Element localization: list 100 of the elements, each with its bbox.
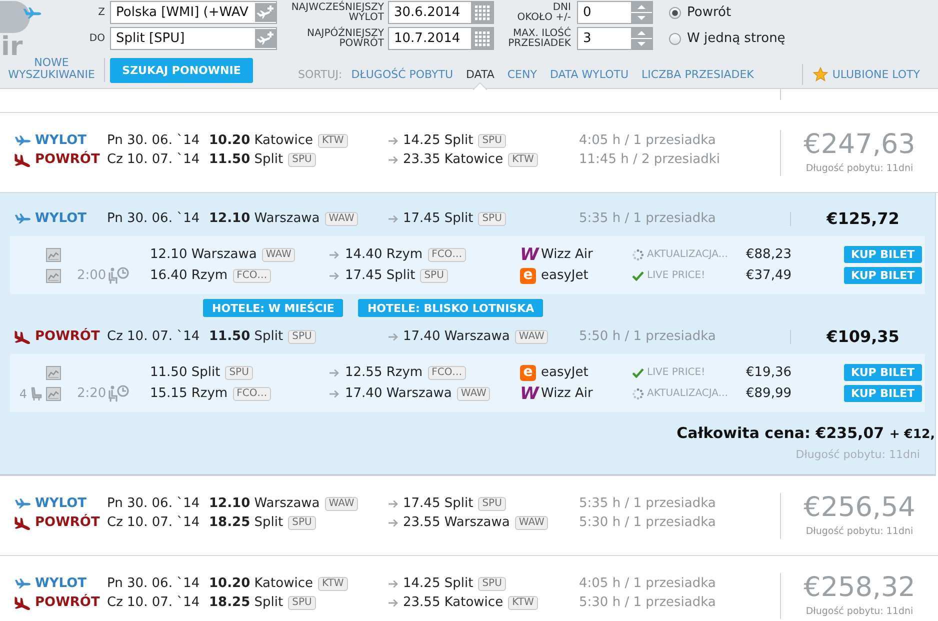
plane-icon [14, 213, 31, 224]
radio-icon[interactable] [669, 6, 681, 18]
date-field[interactable]: 10.7.2014 [388, 27, 494, 50]
plane-plus-icon[interactable] [255, 3, 276, 22]
arrow-icon [388, 580, 398, 588]
airport-code-tag: KTW [508, 596, 538, 610]
duration-text: 5:35 h / 1 przesiadka [579, 211, 716, 226]
from-field[interactable]: Polska [WMI] (+WAV [110, 1, 277, 24]
airport-code-tag: SPU [288, 596, 316, 610]
radio-option[interactable]: W jedną stronę [669, 27, 786, 50]
leg-label: WYLOT [35, 211, 86, 226]
airport-code-tag: SPU [478, 134, 506, 148]
duration-text: 11:45 h / 2 przesiadki [579, 152, 720, 167]
date-text: Cz 10. 07. `14 [107, 515, 200, 530]
date-field[interactable]: 30.6.2014 [388, 1, 494, 24]
price-status-text: AKTUALIZACJA... [647, 249, 728, 260]
to-field[interactable]: Split [SPU] [110, 27, 277, 50]
leg-label: WYLOT [35, 133, 86, 148]
arrow-icon [329, 368, 339, 376]
field-label: DO [89, 33, 105, 44]
segment-price-text: €88,23 [746, 247, 792, 262]
line-chart-icon [46, 386, 61, 400]
radio-option[interactable]: Powrót [669, 1, 732, 24]
field-label: NAJPÓŹNIEJSZY POWRÓT [306, 28, 384, 48]
leg-label: POWRÓT [35, 515, 100, 530]
airport-code-tag: KTW [508, 152, 538, 166]
airport-code-tag: WAW [514, 330, 548, 344]
date-text: Pn 30. 06. `14 [107, 576, 200, 591]
plane-plus-icon[interactable] [255, 29, 276, 48]
buy-ticket-button[interactable]: KUP BILET [844, 267, 922, 284]
airport-code-tag: SPU [420, 268, 448, 282]
airport-code-tag: FCO… [428, 248, 466, 262]
arrival-text: 12.55 Rzym [345, 365, 423, 380]
airport-code-tag: WAW [324, 212, 358, 226]
buy-ticket-button[interactable]: KUP BILET [844, 246, 922, 263]
number-field[interactable]: 0 [577, 1, 653, 24]
line-chart-icon [46, 268, 61, 282]
buy-ticket-button[interactable]: KUP BILET [844, 364, 922, 381]
favorites-link[interactable]: ULUBIONE LOTY [832, 68, 920, 80]
sort-tab[interactable]: DATA [466, 68, 494, 80]
check-icon [632, 368, 644, 378]
field-label: NAJWCZEŚNIEJSZY WYLOT [291, 2, 384, 22]
duration-text: 4:05 h / 1 przesiadka [579, 576, 716, 591]
hotel-button[interactable]: HOTELE: W MIEŚCIE [203, 299, 344, 317]
duration-text: 5:30 h / 1 przesiadka [579, 515, 716, 530]
search-again-button[interactable]: SZUKAJ PONOWNIE [110, 58, 253, 82]
departure-text: 11.50 Split [209, 152, 284, 167]
person-clock-icon [108, 385, 130, 402]
calendar-icon[interactable] [471, 28, 493, 49]
price-status-text: LIVE PRICE! [647, 270, 706, 281]
airport-code-tag: WAW [324, 496, 358, 510]
sort-label: SORTUJ: [298, 68, 342, 80]
sort-tab[interactable]: DATA WYLOTU [550, 68, 629, 80]
departure-text: 18.25 Split [209, 515, 284, 530]
duration-text: 4:05 h / 1 przesiadka [579, 133, 716, 148]
person-clock-icon [108, 267, 130, 284]
arrival-text: 17.45 Split [403, 211, 474, 226]
star-icon [813, 66, 828, 82]
radio-icon[interactable] [669, 32, 681, 44]
loading-spinner-icon [632, 248, 644, 260]
plane-icon [22, 7, 42, 19]
airport-code-tag: SPU [478, 496, 506, 510]
airport-code-tag: WAW [262, 248, 296, 262]
departure-text: 11.50 Split [150, 365, 220, 380]
arrow-icon [388, 156, 398, 164]
airport-code-tag: FCO… [428, 366, 466, 380]
airline-logo: e [520, 364, 536, 380]
arrival-text: 14.40 Rzym [345, 247, 423, 262]
arrow-icon [329, 272, 339, 280]
departure-text: 12.10 Warszawa [209, 211, 320, 226]
arrival-text: 23.35 Katowice [403, 152, 504, 167]
segment-price-text: €37,49 [746, 268, 792, 283]
plane-icon [14, 578, 31, 589]
sort-tab[interactable]: LICZBA PRZESIADEK [642, 68, 754, 80]
leg-price-text: €109,35 [826, 327, 900, 346]
arrival-text: 14.25 Split [403, 133, 474, 148]
arrow-icon [388, 332, 398, 340]
stay-length-text: Długość pobytu: 11dni [806, 526, 914, 538]
buy-ticket-button[interactable]: KUP BILET [844, 385, 922, 402]
departure-text: 12.10 Warszawa [209, 496, 320, 511]
airport-code-tag: WAW [456, 386, 490, 400]
arrow-icon [388, 518, 398, 526]
sort-tab[interactable]: DŁUGOŚĆ POBYTU [351, 68, 453, 80]
price-status-text: LIVE PRICE! [647, 367, 706, 378]
sort-tab[interactable]: CENY [507, 68, 537, 80]
arrow-icon [388, 500, 398, 508]
segment-price-text: €89,99 [746, 386, 792, 401]
airline-name: easyJet [541, 365, 588, 380]
hotel-button[interactable]: HOTELE: BLISKO LOTNISKA [358, 299, 544, 317]
date-text: Cz 10. 07. `14 [107, 595, 200, 610]
result-card[interactable] [0, 193, 936, 476]
date-text: Cz 10. 07. `14 [107, 152, 200, 167]
price-text: €247,63 [804, 130, 916, 160]
departure-text: 10.20 Katowice [209, 133, 313, 148]
landing-plane-icon [14, 330, 31, 344]
field-label: MAX. ILOŚĆ PRZESIADEK [508, 28, 571, 48]
arrival-text: 23.55 Warszawa [403, 515, 510, 530]
loading-spinner-icon [632, 388, 644, 400]
number-field[interactable]: 3 [577, 27, 653, 50]
calendar-icon[interactable] [471, 2, 493, 23]
